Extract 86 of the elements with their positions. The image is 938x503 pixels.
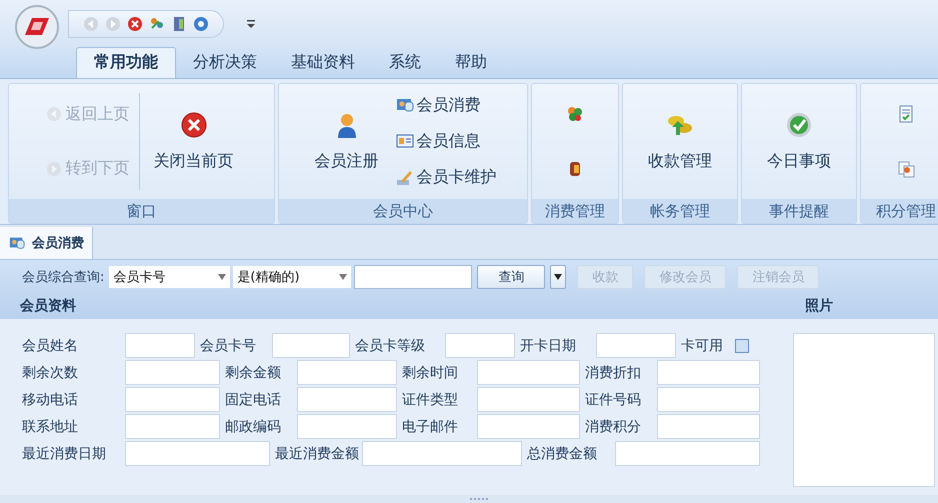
field-label: 卡可用 (680, 336, 724, 354)
field-label: 总消费金额 (526, 444, 598, 462)
input-field[interactable] (657, 414, 760, 439)
field-label: 固定电话 (224, 390, 282, 408)
caret-icon (554, 274, 562, 280)
customize-toolbar-icon[interactable] (246, 18, 256, 30)
field-label: 联系地址 (22, 418, 79, 436)
field-label: 证件类型 (401, 390, 459, 408)
input-field[interactable] (445, 333, 515, 358)
ribbon-tab[interactable]: 系统 (372, 48, 438, 78)
member-card-icon (396, 96, 414, 114)
field-label: 开卡日期 (519, 336, 577, 354)
field-label: 会员卡号 (199, 336, 257, 354)
input-field[interactable] (657, 387, 760, 412)
field-label: 会员姓名 (22, 336, 79, 354)
close-icon (180, 111, 208, 139)
input-field[interactable] (615, 441, 760, 466)
field-label: 剩余金额 (224, 364, 282, 382)
back-icon[interactable] (83, 16, 99, 32)
resize-grip-icon[interactable] (469, 497, 491, 501)
input-field[interactable] (477, 414, 580, 439)
input-field[interactable] (125, 441, 270, 466)
field-label: 电子邮件 (401, 418, 459, 436)
ribbon-button[interactable]: 会员卡维护 (392, 165, 500, 190)
group-label: 会员中心 (279, 199, 527, 223)
caret-icon (218, 274, 226, 280)
app-logo-icon[interactable] (12, 5, 62, 49)
dropdown[interactable]: 是(精确的) (233, 266, 352, 288)
input-field[interactable] (125, 387, 220, 412)
copy-icon (897, 160, 915, 178)
query-label: 会员综合查询: (22, 268, 104, 286)
ribbon-button[interactable]: 收款管理 (640, 87, 720, 196)
id-card-icon (396, 132, 414, 150)
check-circle-icon (785, 111, 813, 139)
input-field[interactable] (362, 441, 522, 466)
search-field[interactable] (354, 264, 472, 288)
ribbon-tab[interactable]: 分析决策 (176, 48, 274, 78)
group-label: 消费管理 (532, 199, 618, 223)
ribbon-tab[interactable]: 基础资料 (274, 48, 372, 78)
toolbar-button[interactable]: 查询 (477, 264, 546, 288)
field-label: 移动电话 (22, 390, 79, 408)
caret-icon (339, 274, 348, 280)
group-label: 帐务管理 (623, 199, 737, 223)
field-label: 证件号码 (584, 390, 642, 408)
document-tab[interactable]: 会员消费 (0, 227, 93, 259)
group-label: 窗口 (9, 199, 274, 223)
input-field[interactable] (125, 414, 220, 439)
dropdown[interactable]: 会员卡号 (109, 266, 230, 288)
input-field[interactable] (125, 360, 220, 385)
field-label: 剩余次数 (22, 364, 79, 382)
input-field[interactable] (272, 333, 350, 358)
ribbon-tab[interactable]: 帮助 (438, 48, 504, 78)
input-field[interactable] (297, 360, 397, 385)
group-label: 积分管理 (861, 199, 938, 223)
field-label: 会员卡等级 (354, 336, 426, 354)
ribbon-tab[interactable]: 常用功能 (76, 47, 176, 78)
field-label: 最近消费金额 (274, 444, 360, 462)
ribbon-button[interactable]: 会员消费 (392, 92, 500, 118)
input-field[interactable] (596, 333, 676, 358)
section-title: 会员资料 (20, 297, 76, 315)
field-label: 消费折扣 (584, 364, 642, 382)
member-card-icon (8, 235, 26, 251)
ribbon-button[interactable]: 会员信息 (392, 128, 500, 154)
input-field[interactable] (477, 360, 580, 385)
group-label: 事件提醒 (742, 199, 856, 223)
photo-title: 照片 (805, 297, 833, 315)
checklist-icon (897, 105, 915, 124)
field-label: 剩余时间 (401, 364, 459, 382)
ribbon-button[interactable]: 会员注册 (306, 87, 386, 196)
field-label: 最近消费日期 (22, 444, 107, 462)
ribbon-button[interactable]: 今日事项 (759, 87, 839, 196)
shapes-icon (566, 105, 584, 124)
ribbon-button[interactable]: 关闭当前页 (146, 87, 242, 196)
field-label: 邮政编码 (224, 418, 282, 436)
input-field[interactable] (125, 333, 195, 358)
field-label: 消费积分 (584, 418, 642, 436)
forward-icon[interactable] (105, 16, 121, 32)
input-field[interactable] (657, 360, 760, 385)
pencil-icon (396, 168, 414, 187)
dropdown-button[interactable] (550, 264, 566, 288)
input-field[interactable] (297, 414, 397, 439)
close-icon[interactable] (127, 16, 143, 32)
input-field[interactable] (297, 387, 397, 412)
input-field[interactable] (477, 387, 580, 412)
checkbox[interactable] (735, 338, 749, 352)
door-icon[interactable] (171, 16, 187, 32)
